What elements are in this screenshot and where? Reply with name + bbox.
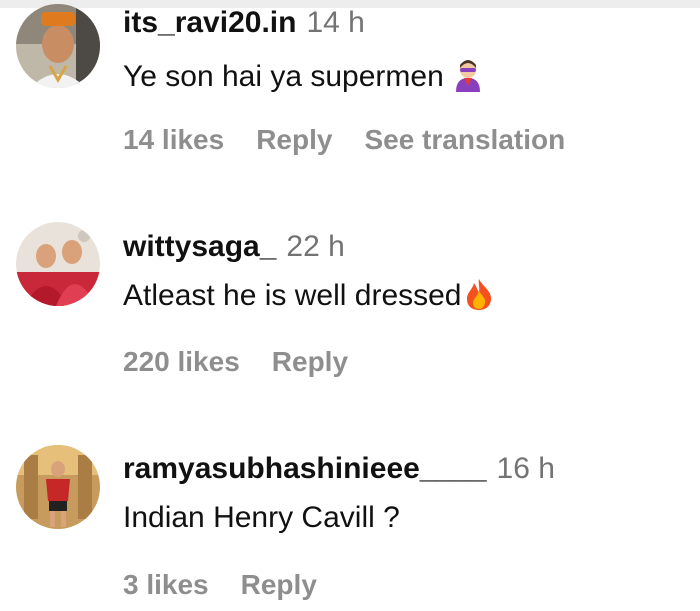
comment-timestamp: 22 h [286,230,345,263]
comment-text: Atleast he is well dressed [123,277,494,320]
reply-button[interactable]: Reply [241,569,317,600]
avatar-photo-icon [16,4,100,88]
likes-count[interactable]: 220 likes [123,346,240,377]
avatar[interactable] [16,445,100,529]
fire-emoji-icon [464,277,494,320]
comment-text: Indian Henry Cavill ? [123,500,400,536]
comment-thread: its_ravi20.in 14 h Ye son hai ya supermen… [0,0,700,611]
comment-actions: 220 likes Reply [123,345,380,379]
reply-button[interactable]: Reply [272,346,348,377]
comment-text: Ye son hai ya supermen [123,56,486,101]
avatar-photo-icon [16,445,100,529]
see-translation-button[interactable]: See translation [364,124,565,155]
comment-actions: 3 likes Reply [123,568,349,602]
avatar[interactable] [16,4,100,88]
username-text[interactable]: its_ravi20.in [123,6,296,39]
username-text[interactable]: wittysaga_ [123,230,276,263]
comment-body: Ye son hai ya supermen [123,60,444,93]
reply-button[interactable]: Reply [256,124,332,155]
comment-username[interactable]: wittysaga_ 22 h [123,230,345,264]
comment-username[interactable]: ramyasubhashinieee____ 16 h [123,452,555,486]
comment-body: Atleast he is well dressed [123,279,462,312]
likes-count[interactable]: 14 likes [123,124,224,155]
likes-count[interactable]: 3 likes [123,569,209,600]
avatar[interactable] [16,222,100,306]
comment-actions: 14 likes Reply See translation [123,123,597,157]
superhero-emoji-icon [450,56,486,101]
avatar-photo-icon [16,222,100,306]
comment-timestamp: 14 h [306,6,365,39]
username-text[interactable]: ramyasubhashinieee____ [123,452,487,485]
comment-username[interactable]: its_ravi20.in 14 h [123,6,365,40]
comment-timestamp: 16 h [496,452,555,485]
comment-body: Indian Henry Cavill ? [123,501,400,534]
